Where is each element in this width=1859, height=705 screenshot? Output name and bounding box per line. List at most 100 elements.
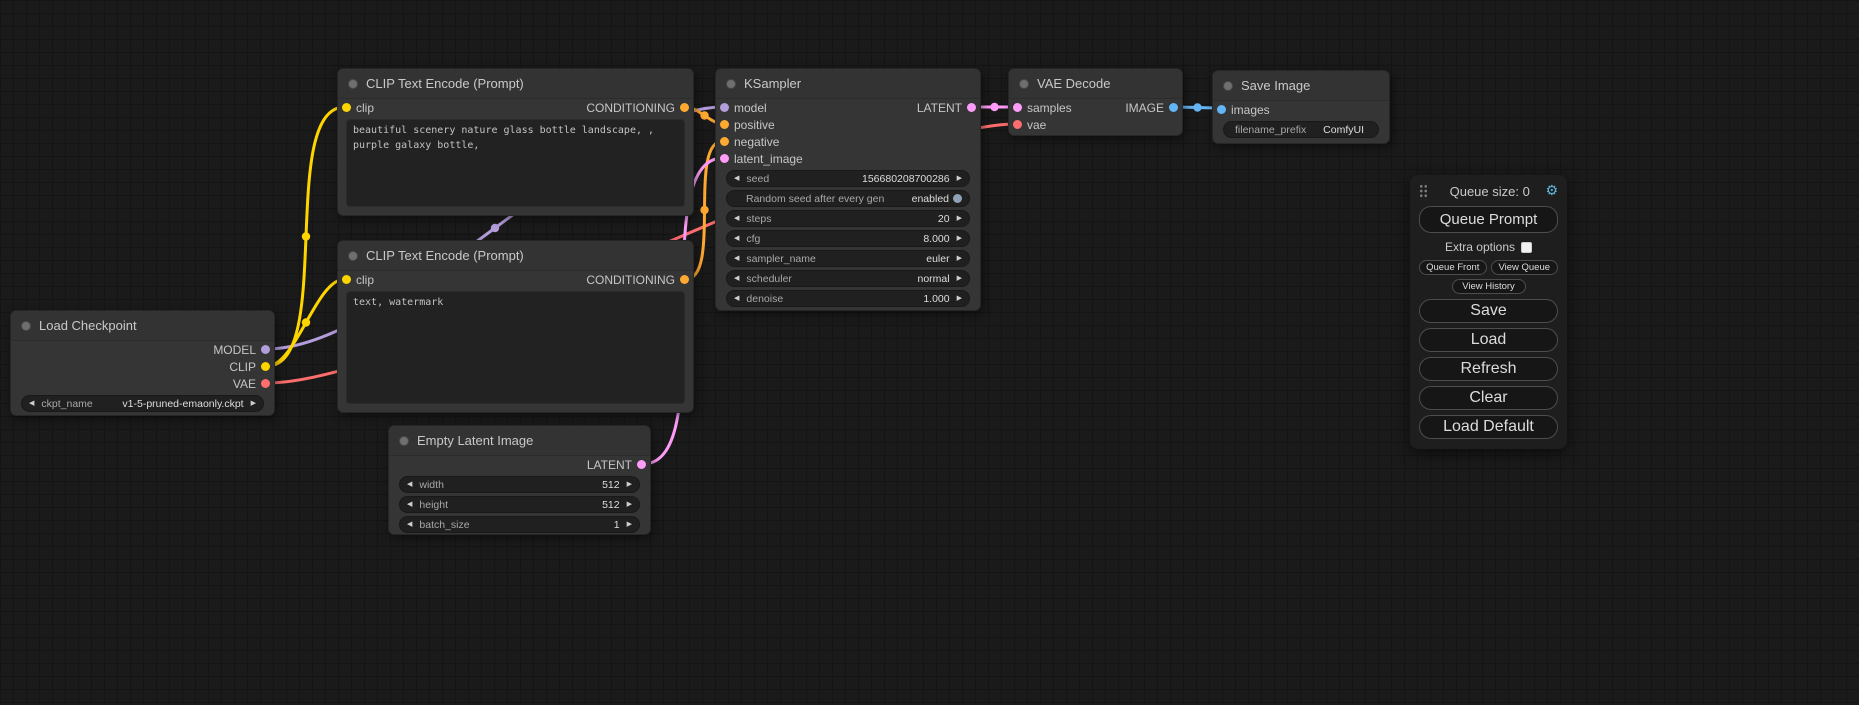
collapse-dot-icon[interactable] (348, 79, 358, 89)
input-dot-latent-icon[interactable] (720, 154, 729, 163)
input-dot-conditioning-icon[interactable] (720, 120, 729, 129)
widget-batch-size[interactable]: ◀ batch_size 1 ▶ (399, 516, 640, 533)
increment-arrow-icon[interactable]: ▶ (957, 235, 962, 242)
increment-arrow-icon[interactable]: ▶ (627, 521, 632, 528)
input-slot-vae: vae (1009, 116, 1182, 133)
node-save-image[interactable]: Save Image images filename_prefix ComfyU… (1212, 70, 1390, 144)
output-dot-clip-icon[interactable] (261, 362, 270, 371)
view-history-button[interactable]: View History (1452, 279, 1526, 294)
queue-prompt-button[interactable]: Queue Prompt (1419, 206, 1558, 233)
node-title-bar[interactable]: Save Image (1213, 71, 1389, 101)
increment-arrow-icon[interactable]: ▶ (957, 255, 962, 262)
drag-handle-icon[interactable] (1419, 184, 1428, 198)
clear-button[interactable]: Clear (1419, 386, 1558, 410)
slot-row: model LATENT (716, 99, 980, 116)
decrement-arrow-icon[interactable]: ◀ (734, 235, 739, 242)
widget-name: Random seed after every gen (746, 193, 884, 205)
widget-denoise[interactable]: ◀ denoise 1.000 ▶ (726, 290, 970, 307)
decrement-arrow-icon[interactable]: ◀ (734, 295, 739, 302)
widget-seed[interactable]: ◀ seed 156680208700286 ▶ (726, 170, 970, 187)
widget-filename-prefix[interactable]: filename_prefix ComfyUI (1223, 121, 1379, 138)
increment-arrow-icon[interactable]: ▶ (957, 215, 962, 222)
load-button[interactable]: Load (1419, 328, 1558, 352)
node-vae-decode[interactable]: VAE Decode samples IMAGE vae (1008, 68, 1183, 136)
node-clip-text-encode-positive[interactable]: CLIP Text Encode (Prompt) clip CONDITION… (337, 68, 694, 216)
input-dot-conditioning-icon[interactable] (720, 137, 729, 146)
queue-front-button[interactable]: Queue Front (1419, 260, 1487, 275)
widget-steps[interactable]: ◀ steps 20 ▶ (726, 210, 970, 227)
input-dot-model-icon[interactable] (720, 103, 729, 112)
collapse-dot-icon[interactable] (348, 251, 358, 261)
input-dot-samples-icon[interactable] (1013, 103, 1022, 112)
increment-arrow-icon[interactable]: ▶ (627, 481, 632, 488)
node-load-checkpoint[interactable]: Load Checkpoint MODEL CLIP VAE ◀ ckpt_na… (10, 310, 275, 416)
increment-arrow-icon[interactable]: ▶ (957, 275, 962, 282)
node-ksampler[interactable]: KSampler model LATENT positive negative … (715, 68, 981, 311)
increment-arrow-icon[interactable]: ▶ (957, 295, 962, 302)
node-title-bar[interactable]: VAE Decode (1009, 69, 1182, 99)
slot-label: negative (734, 135, 779, 149)
decrement-arrow-icon[interactable]: ◀ (29, 400, 34, 407)
decrement-arrow-icon[interactable]: ◀ (734, 255, 739, 262)
input-dot-clip-icon[interactable] (342, 275, 351, 284)
widget-sampler-name[interactable]: ◀ sampler_name euler ▶ (726, 250, 970, 267)
output-slot-latent: LATENT (389, 456, 650, 473)
increment-arrow-icon[interactable]: ▶ (627, 501, 632, 508)
decrement-arrow-icon[interactable]: ◀ (734, 175, 739, 182)
collapse-dot-icon[interactable] (1019, 79, 1029, 89)
collapse-dot-icon[interactable] (21, 321, 31, 331)
wire-image-midpoint-dot (1193, 103, 1201, 111)
output-slot-model: MODEL (11, 341, 274, 358)
output-dot-conditioning-icon[interactable] (680, 103, 689, 112)
widget-value: 1 (614, 519, 620, 531)
output-dot-conditioning-icon[interactable] (680, 275, 689, 284)
node-empty-latent-image[interactable]: Empty Latent Image LATENT ◀ width 512 ▶ … (388, 425, 651, 535)
output-dot-model-icon[interactable] (261, 345, 270, 354)
decrement-arrow-icon[interactable]: ◀ (734, 215, 739, 222)
node-clip-text-encode-negative[interactable]: CLIP Text Encode (Prompt) clip CONDITION… (337, 240, 694, 413)
collapse-dot-icon[interactable] (399, 436, 409, 446)
extra-options-checkbox[interactable] (1521, 242, 1532, 253)
input-slot-positive: positive (716, 116, 980, 133)
increment-arrow-icon[interactable]: ▶ (957, 175, 962, 182)
output-dot-vae-icon[interactable] (261, 379, 270, 388)
node-title-bar[interactable]: Load Checkpoint (11, 311, 274, 341)
view-queue-button[interactable]: View Queue (1491, 260, 1559, 275)
decrement-arrow-icon[interactable]: ◀ (407, 481, 412, 488)
queue-panel-header: Queue size: 0 ⚙ (1419, 181, 1558, 201)
decrement-arrow-icon[interactable]: ◀ (407, 521, 412, 528)
widget-cfg[interactable]: ◀ cfg 8.000 ▶ (726, 230, 970, 247)
node-title-bar[interactable]: CLIP Text Encode (Prompt) (338, 69, 693, 99)
output-dot-latent-icon[interactable] (637, 460, 646, 469)
load-default-button[interactable]: Load Default (1419, 415, 1558, 439)
save-button[interactable]: Save (1419, 299, 1558, 323)
output-dot-latent-icon[interactable] (967, 103, 976, 112)
toggle-icon[interactable] (953, 194, 962, 203)
collapse-dot-icon[interactable] (726, 79, 736, 89)
slot-label: LATENT (917, 101, 962, 115)
node-title-bar[interactable]: CLIP Text Encode (Prompt) (338, 241, 693, 271)
decrement-arrow-icon[interactable]: ◀ (407, 501, 412, 508)
widget-ckpt-name[interactable]: ◀ ckpt_name v1-5-pruned-emaonly.ckpt ▶ (21, 395, 264, 412)
node-title-label: CLIP Text Encode (Prompt) (366, 76, 524, 91)
widget-width[interactable]: ◀ width 512 ▶ (399, 476, 640, 493)
input-dot-images-icon[interactable] (1217, 105, 1226, 114)
refresh-button[interactable]: Refresh (1419, 357, 1558, 381)
decrement-arrow-icon[interactable]: ◀ (734, 275, 739, 282)
increment-arrow-icon[interactable]: ▶ (251, 400, 256, 407)
widget-random-seed-toggle[interactable]: Random seed after every gen enabled (726, 190, 970, 207)
settings-gear-icon[interactable]: ⚙ (1545, 184, 1558, 198)
wire-clip-negative-midpoint-dot (302, 318, 310, 326)
input-dot-vae-icon[interactable] (1013, 120, 1022, 129)
widget-height[interactable]: ◀ height 512 ▶ (399, 496, 640, 513)
node-title-bar[interactable]: KSampler (716, 69, 980, 99)
widget-scheduler[interactable]: ◀ scheduler normal ▶ (726, 270, 970, 287)
collapse-dot-icon[interactable] (1223, 81, 1233, 91)
output-slot-clip: CLIP (11, 358, 274, 375)
node-title-bar[interactable]: Empty Latent Image (389, 426, 650, 456)
output-dot-image-icon[interactable] (1169, 103, 1178, 112)
positive-prompt-textarea[interactable]: beautiful scenery nature glass bottle la… (346, 119, 685, 207)
node-graph-canvas[interactable]: Load Checkpoint MODEL CLIP VAE ◀ ckpt_na… (0, 0, 1859, 705)
negative-prompt-textarea[interactable]: text, watermark (346, 291, 685, 404)
input-dot-clip-icon[interactable] (342, 103, 351, 112)
